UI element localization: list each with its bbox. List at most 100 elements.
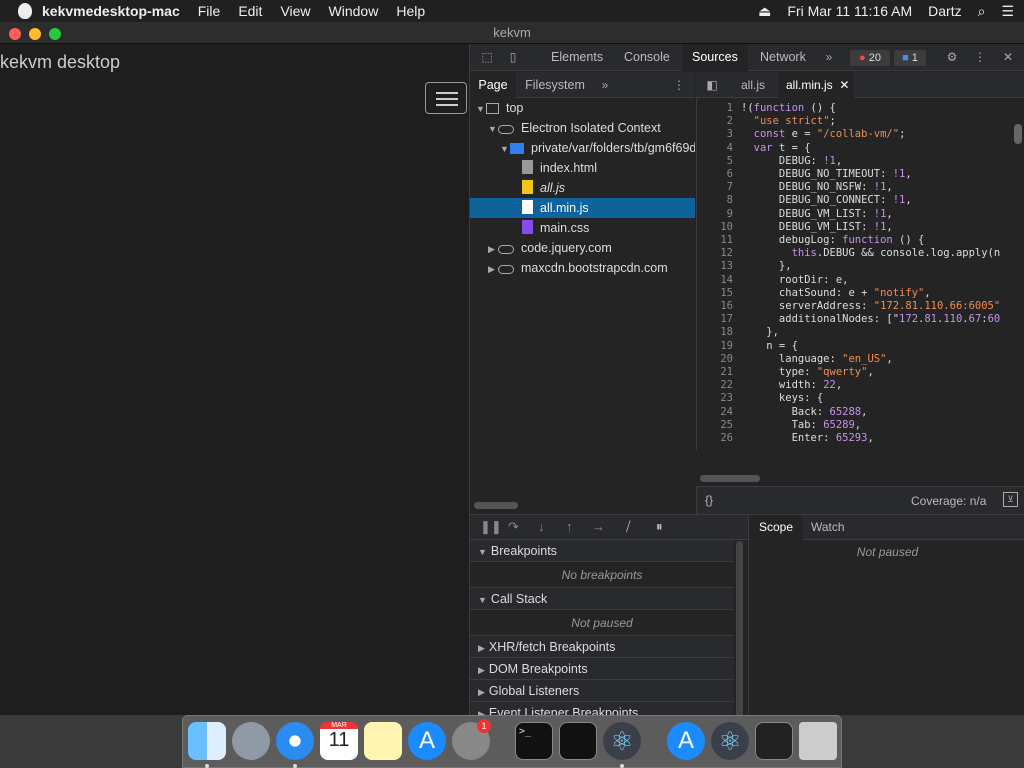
step-icon[interactable]: → <box>592 519 605 534</box>
hamburger-menu-button[interactable] <box>425 82 467 114</box>
console-icon[interactable] <box>559 722 597 760</box>
downloads-folder-icon[interactable] <box>755 722 793 760</box>
tab-page[interactable]: Page <box>470 72 516 98</box>
sections-scrollbar[interactable] <box>736 541 743 727</box>
file-tab-all-js[interactable]: all.js <box>730 72 776 98</box>
expand-arrow-icon[interactable]: ▼ <box>476 99 486 118</box>
tab-filesystem[interactable]: Filesystem <box>522 72 588 98</box>
tree-item[interactable]: all.js <box>470 178 695 198</box>
eject-icon[interactable]: ⏏ <box>758 3 771 20</box>
minimize-window-button[interactable] <box>29 28 41 40</box>
line-number[interactable]: 17 <box>697 313 733 325</box>
line-number[interactable]: 4 <box>697 142 733 154</box>
more-options-icon[interactable]: ⋮ <box>974 49 986 65</box>
line-number[interactable]: 23 <box>697 392 733 404</box>
line-number[interactable]: 9 <box>697 208 733 220</box>
finder-icon[interactable] <box>188 722 226 760</box>
line-number[interactable]: 8 <box>697 194 733 206</box>
pause-icon[interactable]: ❚❚ <box>480 519 502 535</box>
step-over-icon[interactable]: ↷ <box>508 519 519 535</box>
tree-scrollbar[interactable] <box>474 502 518 509</box>
tab-sources[interactable]: Sources <box>682 44 748 71</box>
step-out-icon[interactable]: ↑ <box>566 519 573 534</box>
line-number[interactable]: 1 <box>697 102 733 114</box>
line-number[interactable]: 16 <box>697 300 733 312</box>
close-window-button[interactable] <box>9 28 21 40</box>
debugger-section-header[interactable]: ▶ XHR/fetch Breakpoints <box>470 636 734 658</box>
tree-item[interactable]: ▼ private/var/folders/tb/gm6f69d <box>470 138 695 158</box>
zoom-window-button[interactable] <box>49 28 61 40</box>
close-tab-icon[interactable]: ✕ <box>839 78 849 92</box>
line-number[interactable]: 14 <box>697 274 733 286</box>
terminal-icon[interactable]: >_ <box>515 722 553 760</box>
line-number[interactable]: 13 <box>697 260 733 272</box>
pretty-print-button[interactable]: {} <box>705 493 713 507</box>
line-number[interactable]: 12 <box>697 247 733 259</box>
menu-file[interactable]: File <box>198 3 221 19</box>
clock[interactable]: Fri Mar 11 11:16 AM <box>787 3 912 19</box>
more-navigators-icon[interactable]: » <box>598 77 612 93</box>
menu-edit[interactable]: Edit <box>238 3 262 19</box>
tab-watch[interactable]: Watch <box>811 515 845 540</box>
file-tab-all-min-js[interactable]: all.min.js ✕ <box>778 72 854 98</box>
close-devtools-icon[interactable]: ✕ <box>1000 49 1016 65</box>
line-number[interactable]: 21 <box>697 366 733 378</box>
toggle-navigator-icon[interactable]: ◧ <box>704 77 720 93</box>
expand-arrow-icon[interactable]: ▼ <box>488 119 498 138</box>
message-count-badge[interactable]: ■ 1 <box>894 50 926 66</box>
debugger-section-header[interactable]: ▶ Global Listeners <box>470 680 734 702</box>
line-number[interactable]: 3 <box>697 128 733 140</box>
step-into-icon[interactable]: ↓ <box>538 519 545 534</box>
line-number[interactable]: 2 <box>697 115 733 127</box>
line-number[interactable]: 5 <box>697 155 733 167</box>
line-number[interactable]: 15 <box>697 287 733 299</box>
deactivate-breakpoints-icon[interactable]: ⧸ <box>626 519 630 535</box>
line-number[interactable]: 11 <box>697 234 733 246</box>
navigator-menu-icon[interactable]: ⋮ <box>673 77 685 93</box>
pause-on-exceptions-icon[interactable]: ⏸ <box>656 519 663 535</box>
line-number[interactable]: 20 <box>697 353 733 365</box>
app-store-downloads-icon[interactable]: A <box>667 722 705 760</box>
line-number[interactable]: 24 <box>697 406 733 418</box>
calendar-icon[interactable]: MAR 11 <box>320 722 358 760</box>
tab-scope[interactable]: Scope <box>749 515 803 540</box>
tree-item[interactable]: ▼ top <box>470 98 695 118</box>
error-count-badge[interactable]: ● 20 <box>850 50 890 66</box>
line-number[interactable]: 6 <box>697 168 733 180</box>
line-number[interactable]: 10 <box>697 221 733 233</box>
inspect-icon[interactable]: ⬚ <box>478 48 496 66</box>
tab-console[interactable]: Console <box>624 44 670 71</box>
notes-icon[interactable] <box>364 722 402 760</box>
menu-view[interactable]: View <box>280 3 310 19</box>
tree-item[interactable]: ▼ Electron Isolated Context <box>470 118 695 138</box>
tree-item[interactable]: ▶ maxcdn.bootstrapcdn.com <box>470 258 695 278</box>
tree-item[interactable]: main.css <box>470 218 695 238</box>
line-number[interactable]: 18 <box>697 326 733 338</box>
app-store-icon[interactable]: A <box>408 722 446 760</box>
trash-icon[interactable] <box>799 722 837 760</box>
code-editor[interactable]: 1 !(function () {2 "use strict"; 3 const e… <box>696 98 1024 450</box>
electron-icon[interactable]: ⚛ <box>711 722 749 760</box>
code-horizontal-scrollbar[interactable] <box>700 475 760 482</box>
apple-icon[interactable] <box>18 3 32 19</box>
line-number[interactable]: 25 <box>697 419 733 431</box>
collapse-arrow-icon[interactable]: ▶ <box>488 259 498 278</box>
code-vertical-scrollbar[interactable] <box>1014 124 1022 144</box>
tree-item[interactable]: index.html <box>470 158 695 178</box>
line-number[interactable]: 7 <box>697 181 733 193</box>
user-menu[interactable]: Dartz <box>928 3 961 19</box>
line-number[interactable]: 22 <box>697 379 733 391</box>
expand-arrow-icon[interactable]: ▼ <box>500 139 510 158</box>
line-number[interactable]: 26 <box>697 432 733 444</box>
debugger-section-header[interactable]: ▶ DOM Breakpoints <box>470 658 734 680</box>
launchpad-icon[interactable] <box>232 722 270 760</box>
tab-elements[interactable]: Elements <box>551 44 603 71</box>
more-tabs-icon[interactable]: » <box>822 49 836 65</box>
menu-help[interactable]: Help <box>396 3 425 19</box>
tree-item[interactable]: ▶ code.jquery.com <box>470 238 695 258</box>
safari-icon[interactable] <box>276 722 314 760</box>
tab-network[interactable]: Network <box>760 44 806 71</box>
settings-gear-icon[interactable]: ⚙ <box>944 49 960 65</box>
search-icon[interactable]: ⌕ <box>978 3 986 20</box>
menu-window[interactable]: Window <box>329 3 379 19</box>
